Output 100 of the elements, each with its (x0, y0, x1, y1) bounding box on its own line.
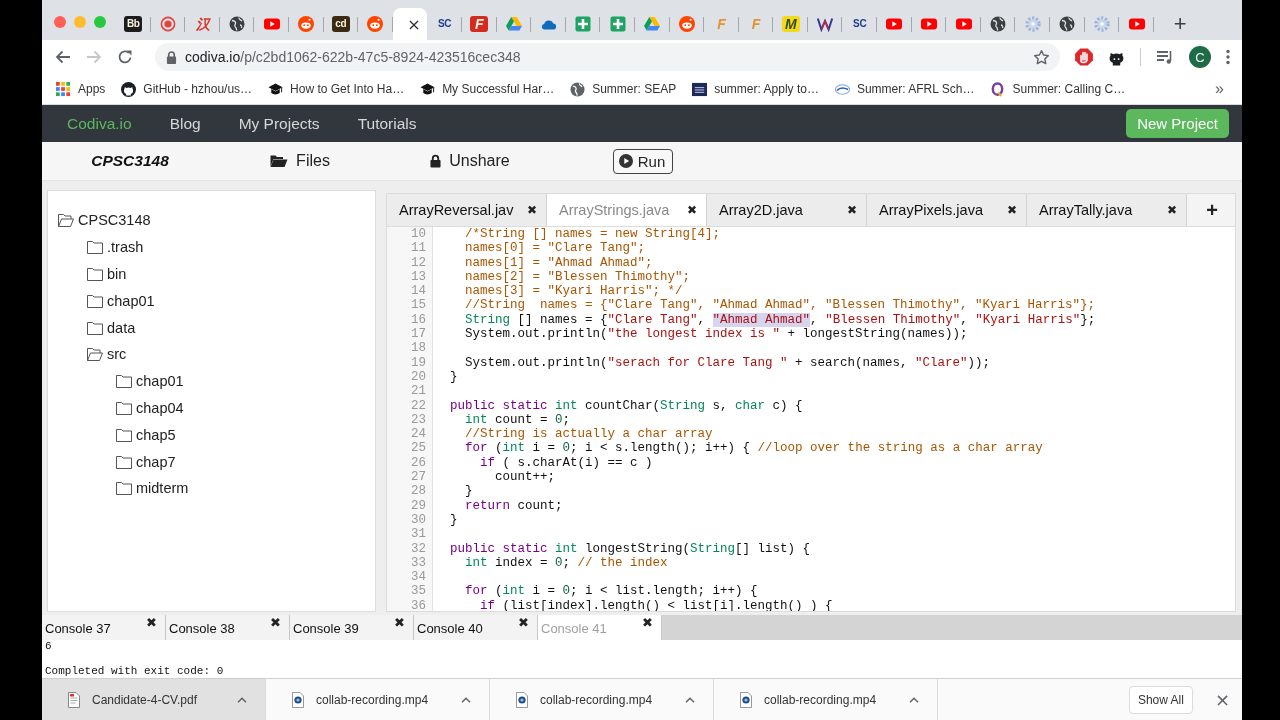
console-tab[interactable]: Console 37 ✖ (42, 615, 166, 640)
address-field[interactable]: codiva.io/p/c2bd1062-622b-47c5-8924-423516cec348 (155, 43, 1060, 71)
tab-close-button[interactable]: ✖ (686, 203, 697, 217)
caret-up-icon[interactable] (237, 696, 247, 703)
face-disc-icon (367, 16, 384, 32)
tab-close-button[interactable]: × (407, 14, 421, 34)
tab-close-button[interactable]: ✖ (526, 203, 537, 217)
tree-item[interactable]: chap7 (116, 448, 176, 475)
nav-link[interactable]: Blog (150, 114, 220, 133)
tree-item[interactable]: chap04 (116, 394, 184, 422)
line-number: 35 (387, 584, 433, 599)
star-icon[interactable] (1033, 48, 1050, 66)
editor-tab[interactable]: Array2D.java ✖ (707, 194, 867, 226)
music-list-icon[interactable] (1156, 49, 1174, 65)
line-number: 24 (387, 427, 433, 442)
back-arrow-icon[interactable] (55, 49, 71, 65)
nav-link[interactable]: Tutorials (338, 114, 436, 133)
bookmark-link[interactable]: My Successful Har… (412, 76, 563, 102)
bookmark-link[interactable]: Apps (48, 76, 114, 102)
download-item[interactable]: collab-recording.mp4 (714, 679, 938, 720)
tab-close-button[interactable]: ✖ (1006, 203, 1017, 217)
caret-up-icon[interactable] (685, 696, 695, 703)
tree-item[interactable]: .trash (87, 233, 144, 261)
more-menu-icon[interactable] (1226, 49, 1230, 65)
console-tab[interactable]: Console 40 ✖ (414, 615, 538, 640)
video-play-icon (886, 16, 903, 32)
editor-tab[interactable]: ArrayPixels.java ✖ (867, 194, 1027, 226)
download-item[interactable]: collab-recording.mp4 (266, 679, 490, 720)
disc-document-icon (740, 691, 752, 708)
tab-close-button[interactable]: ✖ (270, 615, 281, 630)
tree-item[interactable]: CPSC3148 (58, 207, 151, 234)
zigzag-logo-icon (817, 16, 834, 32)
browser-tab[interactable]: SC (427, 8, 462, 40)
bookmark-link[interactable]: GitHub - hzhou/us… (113, 76, 261, 102)
download-item[interactable]: collab-recording.mp4 (490, 679, 714, 720)
caret-up-icon[interactable] (909, 696, 919, 703)
nav-link[interactable]: My Projects (219, 114, 339, 133)
tree-item[interactable]: midterm (116, 474, 189, 502)
editor-tab[interactable]: ArrayTally.java ✖ (1027, 194, 1187, 226)
tree-item[interactable]: chap5 (116, 421, 176, 449)
face-disc-icon (678, 16, 695, 32)
caret-up-icon[interactable] (461, 696, 471, 703)
code-line: if ( s.charAt(i) == c ) (479, 455, 653, 471)
tree-item[interactable]: bin (87, 260, 127, 288)
unshare-button[interactable]: Unshare (430, 152, 510, 170)
close-downloads-button[interactable]: × (1214, 689, 1230, 710)
new-tab-button[interactable]: + (1167, 8, 1193, 40)
bookmark-link[interactable]: Summer: AFRL Sch… (826, 76, 983, 102)
line-number: 27 (387, 470, 433, 485)
zoom-dot-icon[interactable] (94, 16, 106, 28)
add-tab-button[interactable]: + (1189, 194, 1235, 226)
bookmark-link[interactable]: summer: Apply to… (684, 76, 827, 102)
editor-tab[interactable]: ArrayStrings.java ✖ (547, 194, 707, 226)
tree-item[interactable]: chap01 (87, 287, 155, 315)
profile-avatar-button[interactable]: C (1189, 46, 1211, 68)
tab-close-button[interactable]: ✖ (846, 203, 857, 217)
editor-tab[interactable]: ArrayReversal.jav ✖ (387, 194, 547, 226)
code-line: } (449, 512, 458, 528)
bookmark-link[interactable]: Summer: SEAP (562, 76, 685, 102)
tree-item[interactable]: chap01 (116, 367, 184, 395)
code-line: System.out.println("the longest index is " + longestString(names)); (464, 327, 968, 342)
face-disc-icon (298, 16, 315, 32)
bookmarks-overflow-button[interactable]: » (1211, 80, 1228, 98)
console-tab[interactable]: Console 41 ✖ (538, 615, 662, 640)
line-number: 14 (387, 284, 433, 299)
brand-link[interactable]: Codiva.io (48, 114, 151, 133)
console-output: Completed with exit code: 0 (44, 665, 225, 678)
tab-close-button[interactable]: ✖ (394, 615, 405, 630)
browser-tab[interactable]: Bb (116, 8, 151, 40)
browser-tab[interactable]: SC (842, 8, 878, 40)
graduation-cap-icon (420, 81, 436, 97)
reload-icon[interactable] (117, 49, 133, 65)
show-all-button[interactable]: Show All (1128, 685, 1193, 714)
tab-close-button[interactable]: ✖ (1166, 203, 1177, 217)
browser-tab[interactable]: M (773, 8, 808, 40)
disc-document-icon (292, 691, 304, 708)
bookmark-link[interactable]: Summer: Calling C… (982, 76, 1134, 102)
browser-tab[interactable]: cd (323, 8, 359, 40)
run-button[interactable]: Run (612, 148, 674, 174)
code-line: String [] names = {"Clare Tang", "Ahmad Ahmad", "Blessen Thimothy", "Kyari Harris"}; (464, 312, 1096, 328)
tab-close-button[interactable]: ✖ (518, 615, 529, 630)
console-output: 6 (44, 640, 53, 653)
browser-tab[interactable]: F (461, 8, 497, 40)
stop-hand-icon[interactable] (1075, 48, 1093, 66)
download-item[interactable]: Candidate-4-CV.pdf (42, 679, 266, 720)
minimize-dot-icon[interactable] (74, 16, 86, 28)
code-line: System.out.println("serach for Clare Tang " + search(names, "Clare")); (464, 355, 991, 370)
browser-tab[interactable]: 汉 (185, 8, 220, 40)
tab-close-button[interactable]: ✖ (642, 615, 653, 630)
tree-item[interactable]: src (87, 341, 127, 368)
tab-close-button[interactable]: ✖ (146, 615, 157, 630)
files-button[interactable]: Files (270, 152, 330, 170)
close-dot-icon[interactable] (54, 16, 66, 28)
console-tab[interactable]: Console 39 ✖ (290, 615, 414, 640)
tree-item[interactable]: data (87, 314, 136, 341)
console-tab[interactable]: Console 38 ✖ (166, 615, 290, 640)
cat-face-disc-icon (121, 81, 137, 97)
bookmark-link[interactable]: How to Get Into Ha… (260, 76, 413, 102)
code-line: if (list[index].length() < list[i].length() ) { (479, 598, 833, 611)
browser-tab[interactable]: × (392, 8, 428, 40)
